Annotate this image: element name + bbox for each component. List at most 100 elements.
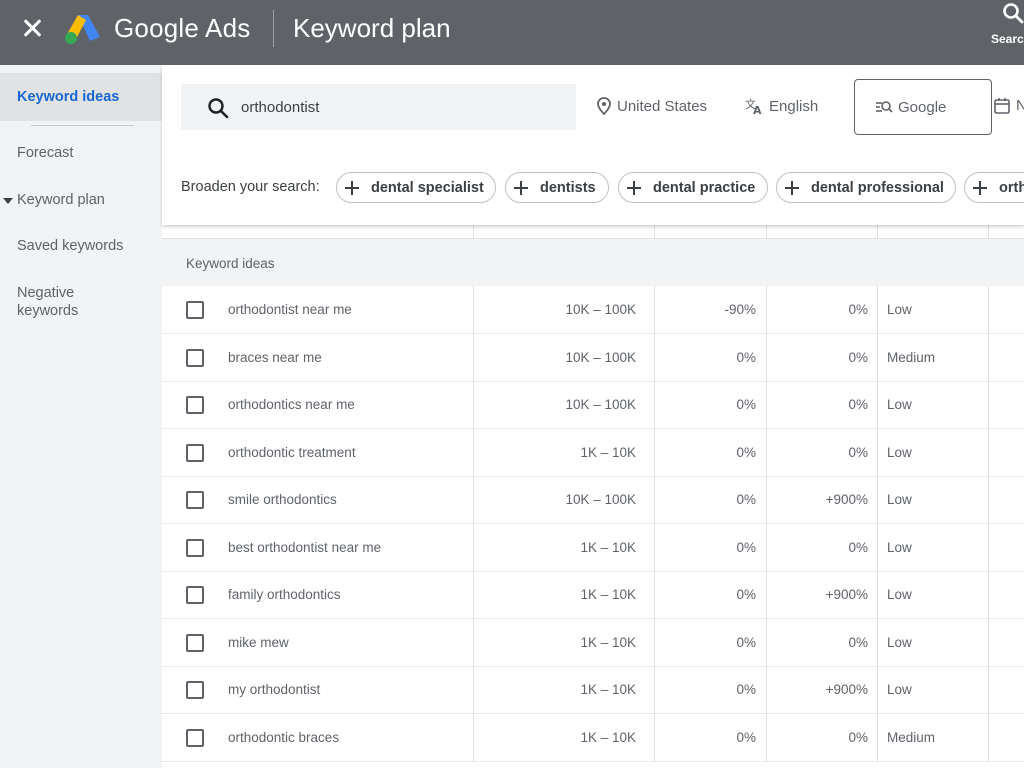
column-divider: [877, 381, 878, 429]
column-divider: [473, 286, 474, 334]
column-divider: [766, 428, 767, 477]
broaden-chip[interactable]: dentists: [505, 172, 609, 203]
keyword-search-box[interactable]: [181, 84, 576, 130]
brand-name: Google Ads: [114, 13, 251, 43]
search-network-icon: [876, 101, 893, 113]
row-checkbox[interactable]: [186, 301, 204, 319]
table-row[interactable]: orthodontic braces 1K – 10K 0% 0% Medium: [162, 713, 1024, 762]
keyword-cell: family orthodontics: [228, 587, 341, 602]
row-checkbox[interactable]: [186, 396, 204, 414]
column-divider: [473, 225, 474, 238]
table-row[interactable]: orthodontist near me 10K – 100K -90% 0% Low: [162, 286, 1024, 334]
search-volume-cell: 1K – 10K: [580, 634, 636, 650]
column-divider: [654, 618, 655, 667]
column-divider: [766, 571, 767, 619]
header-divider: [273, 10, 274, 47]
translate-icon: 文 A: [745, 97, 762, 115]
search-volume-cell: 1K – 10K: [580, 682, 636, 697]
column-divider: [877, 225, 878, 238]
filter-panel: United States 文 A English Google N Broad…: [162, 65, 1024, 225]
table-row[interactable]: best orthodontist near me 1K – 10K 0% 0% Low: [162, 523, 1024, 572]
search-volume-cell: 1K – 10K: [580, 444, 636, 460]
column-divider: [654, 381, 655, 429]
row-checkbox[interactable]: [186, 728, 204, 747]
row-checkbox[interactable]: [186, 681, 204, 699]
plus-icon: [627, 180, 641, 195]
location-filter[interactable]: United States: [597, 97, 707, 115]
location-label: United States: [617, 97, 708, 115]
sidebar-item-saved-keywords[interactable]: Saved keywords: [0, 238, 162, 254]
keyword-cell: smile orthodontics: [228, 492, 337, 507]
column-divider: [473, 523, 474, 572]
column-divider: [654, 571, 655, 619]
date-range-filter[interactable]: N: [994, 97, 1024, 114]
yoy-change-cell: 0%: [848, 539, 868, 555]
column-divider: [654, 286, 655, 334]
keyword-search-input[interactable]: [241, 95, 561, 119]
table-row[interactable]: smile orthodontics 10K – 100K 0% +900% Low: [162, 476, 1024, 524]
column-divider: [654, 476, 655, 524]
column-divider: [988, 666, 989, 714]
sidebar-item-negative-keywords[interactable]: Negative keywords: [0, 284, 110, 320]
column-divider: [988, 713, 989, 762]
sidebar-item-forecast[interactable]: Forecast: [0, 145, 162, 161]
row-checkbox[interactable]: [186, 491, 204, 509]
yoy-change-cell: 0%: [848, 634, 868, 650]
search-volume-cell: 10K – 100K: [565, 302, 636, 317]
row-checkbox[interactable]: [186, 586, 204, 604]
yoy-change-cell: 0%: [848, 444, 868, 460]
network-filter[interactable]: Google: [854, 79, 992, 135]
yoy-change-cell: 0%: [848, 397, 868, 412]
group-header-row: Keyword ideas: [162, 238, 1024, 286]
column-divider: [766, 286, 767, 334]
sidebar-item-keyword-ideas[interactable]: Keyword ideas: [0, 73, 162, 121]
row-checkbox[interactable]: [186, 443, 204, 462]
table-row[interactable]: my orthodontist 1K – 10K 0% +900% Low: [162, 666, 1024, 714]
yoy-change-cell: +900%: [825, 492, 868, 507]
language-filter[interactable]: 文 A English: [745, 97, 818, 115]
keyword-table: Keyword ideas orthodontist near me 10K – …: [162, 225, 1024, 768]
column-divider: [766, 225, 767, 238]
column-divider: [654, 428, 655, 477]
search-volume-cell: 1K – 10K: [580, 587, 636, 602]
column-divider: [473, 666, 474, 714]
competition-cell: Medium: [887, 349, 936, 365]
column-divider: [877, 618, 878, 667]
search-icon: [1003, 3, 1024, 24]
search-volume-cell: 1K – 10K: [580, 729, 636, 745]
sidebar: Keyword ideas Forecast Keyword plan Save…: [0, 65, 162, 768]
top-search-button[interactable]: Search: [990, 0, 1024, 65]
table-row[interactable]: orthodontics near me 10K – 100K 0% 0% Low: [162, 381, 1024, 429]
caret-down-icon: [3, 198, 13, 204]
competition-cell: Low: [887, 302, 912, 317]
table-row[interactable]: orthodontic treatment 1K – 10K 0% 0% Low: [162, 428, 1024, 477]
competition-cell: Medium: [887, 729, 936, 745]
broaden-chip[interactable]: dental specialist: [336, 172, 496, 203]
column-divider: [877, 713, 878, 762]
yoy-change-cell: 0%: [848, 302, 868, 317]
sidebar-item-keyword-plan[interactable]: Keyword plan: [0, 192, 162, 208]
broaden-chip[interactable]: orth: [964, 172, 1024, 203]
row-checkbox[interactable]: [186, 538, 204, 557]
sidebar-divider: [31, 125, 134, 126]
sidebar-item-label: Keyword plan: [17, 192, 105, 208]
column-divider: [877, 333, 878, 382]
search-icon: [208, 98, 229, 119]
column-divider: [877, 666, 878, 714]
row-checkbox[interactable]: [186, 348, 204, 367]
table-row[interactable]: mike mew 1K – 10K 0% 0% Low: [162, 618, 1024, 667]
calendar-icon: [994, 98, 1010, 114]
group-header-label: Keyword ideas: [186, 256, 275, 271]
close-icon[interactable]: [20, 16, 44, 40]
three-month-change-cell: 0%: [736, 587, 756, 602]
plus-icon: [345, 180, 359, 195]
sidebar-item-label: Saved keywords: [17, 238, 124, 254]
broaden-chip[interactable]: dental professional: [776, 172, 956, 203]
table-row[interactable]: family orthodontics 1K – 10K 0% +900% Low: [162, 571, 1024, 619]
column-divider: [988, 225, 989, 238]
column-divider: [473, 618, 474, 667]
row-checkbox[interactable]: [186, 633, 204, 652]
broaden-chip[interactable]: dental practice: [618, 172, 768, 203]
three-month-change-cell: 0%: [736, 492, 756, 507]
table-row[interactable]: braces near me 10K – 100K 0% 0% Medium: [162, 333, 1024, 382]
